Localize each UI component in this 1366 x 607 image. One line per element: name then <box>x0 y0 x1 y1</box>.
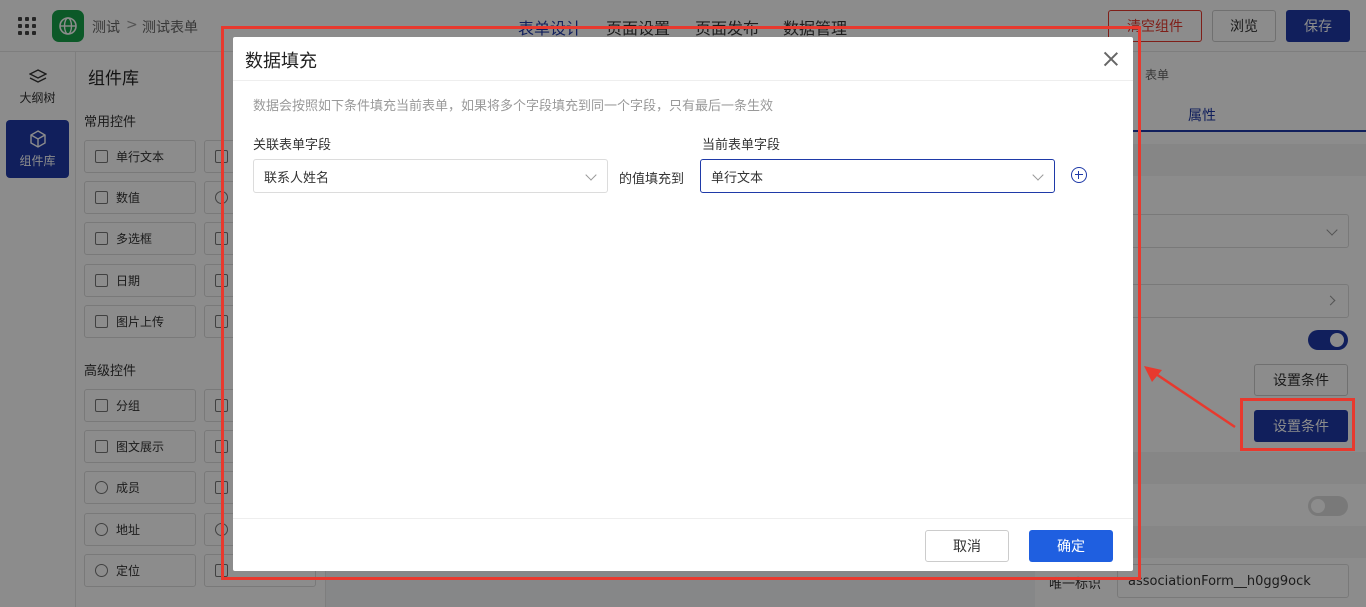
related-field-select[interactable]: 联系人姓名 <box>253 159 608 193</box>
close-icon[interactable] <box>1101 49 1121 69</box>
current-field-select[interactable]: 单行文本 <box>700 159 1055 193</box>
confirm-button[interactable]: 确定 <box>1029 530 1113 562</box>
annotation-arrow-icon <box>1144 366 1236 429</box>
dialog-description: 数据会按照如下条件填充当前表单，如果将多个字段填充到同一个字段，只有最后一条生效 <box>253 99 774 114</box>
dialog-header: 数据填充 <box>233 37 1133 81</box>
related-field-label: 关联表单字段 <box>253 138 332 153</box>
add-circle-icon[interactable] <box>1071 167 1087 183</box>
chevron-down-icon <box>585 169 597 181</box>
current-field-label: 当前表单字段 <box>702 138 781 153</box>
dialog-footer: 取消 确定 <box>233 518 1133 571</box>
cancel-button[interactable]: 取消 <box>925 530 1009 562</box>
fill-to-text: 的值填充到 <box>619 172 685 187</box>
dialog-title: 数据填充 <box>245 51 317 72</box>
chevron-down-icon <box>1032 169 1044 181</box>
data-fill-dialog: 数据填充 数据会按照如下条件填充当前表单，如果将多个字段填充到同一个字段，只有最… <box>233 37 1133 571</box>
